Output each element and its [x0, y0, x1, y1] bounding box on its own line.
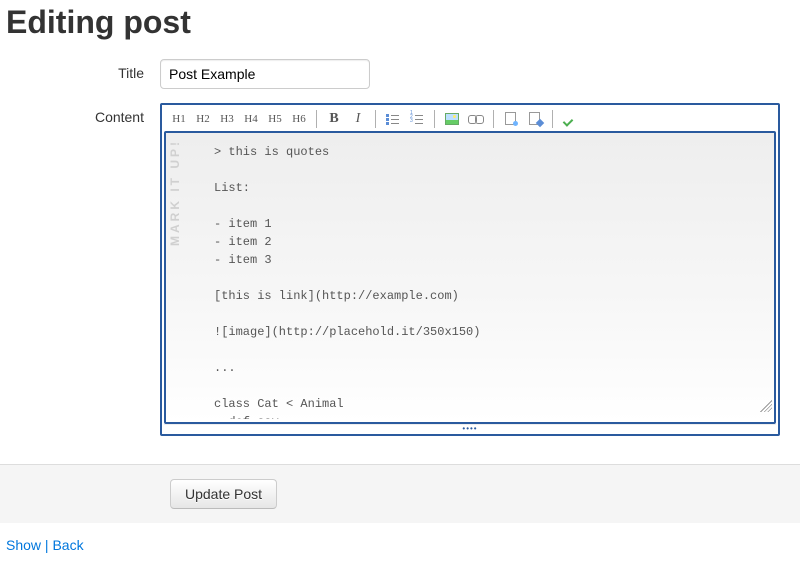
content-label: Content [0, 103, 160, 125]
editor-resize-handle[interactable]: •••• [164, 424, 776, 432]
submit-button[interactable]: Update Post [170, 479, 277, 509]
h6-button[interactable]: H6 [288, 109, 310, 129]
h2-button[interactable]: H2 [192, 109, 214, 129]
link-button[interactable] [465, 109, 487, 129]
toolbar-separator [552, 110, 553, 128]
editor-brand-label: MARK IT UP! [168, 139, 182, 246]
h3-button[interactable]: H3 [216, 109, 238, 129]
numbered-list-button[interactable] [406, 109, 428, 129]
numbered-list-icon [410, 113, 424, 125]
editor-container: H1 H2 H3 H4 H5 H6 B I [160, 103, 780, 436]
form-actions: Update Post [0, 464, 800, 523]
editor-area: MARK IT UP! [164, 131, 776, 424]
content-textarea[interactable] [166, 133, 774, 419]
bold-button[interactable]: B [323, 109, 345, 129]
link-separator: | [41, 537, 52, 553]
quote-icon [504, 112, 518, 126]
italic-button[interactable]: I [347, 109, 369, 129]
toolbar-separator [316, 110, 317, 128]
check-icon [563, 112, 577, 126]
h5-button[interactable]: H5 [264, 109, 286, 129]
quote-button[interactable] [500, 109, 522, 129]
page-title: Editing post [6, 4, 800, 41]
image-button[interactable] [441, 109, 463, 129]
toolbar-separator [375, 110, 376, 128]
textarea-corner-resize[interactable] [760, 400, 772, 412]
show-link[interactable]: Show [6, 537, 41, 553]
title-label: Title [0, 59, 160, 81]
h1-button[interactable]: H1 [168, 109, 190, 129]
h4-button[interactable]: H4 [240, 109, 262, 129]
code-button[interactable] [524, 109, 546, 129]
editor-toolbar: H1 H2 H3 H4 H5 H6 B I [164, 107, 776, 131]
preview-button[interactable] [559, 109, 581, 129]
link-icon [468, 115, 484, 123]
toolbar-separator [434, 110, 435, 128]
bullet-list-button[interactable] [382, 109, 404, 129]
bottom-links: Show | Back [0, 523, 800, 553]
title-input[interactable] [160, 59, 370, 89]
back-link[interactable]: Back [52, 537, 83, 553]
bullet-list-icon [386, 113, 400, 125]
image-icon [445, 113, 459, 125]
code-icon [528, 112, 542, 126]
toolbar-separator [493, 110, 494, 128]
